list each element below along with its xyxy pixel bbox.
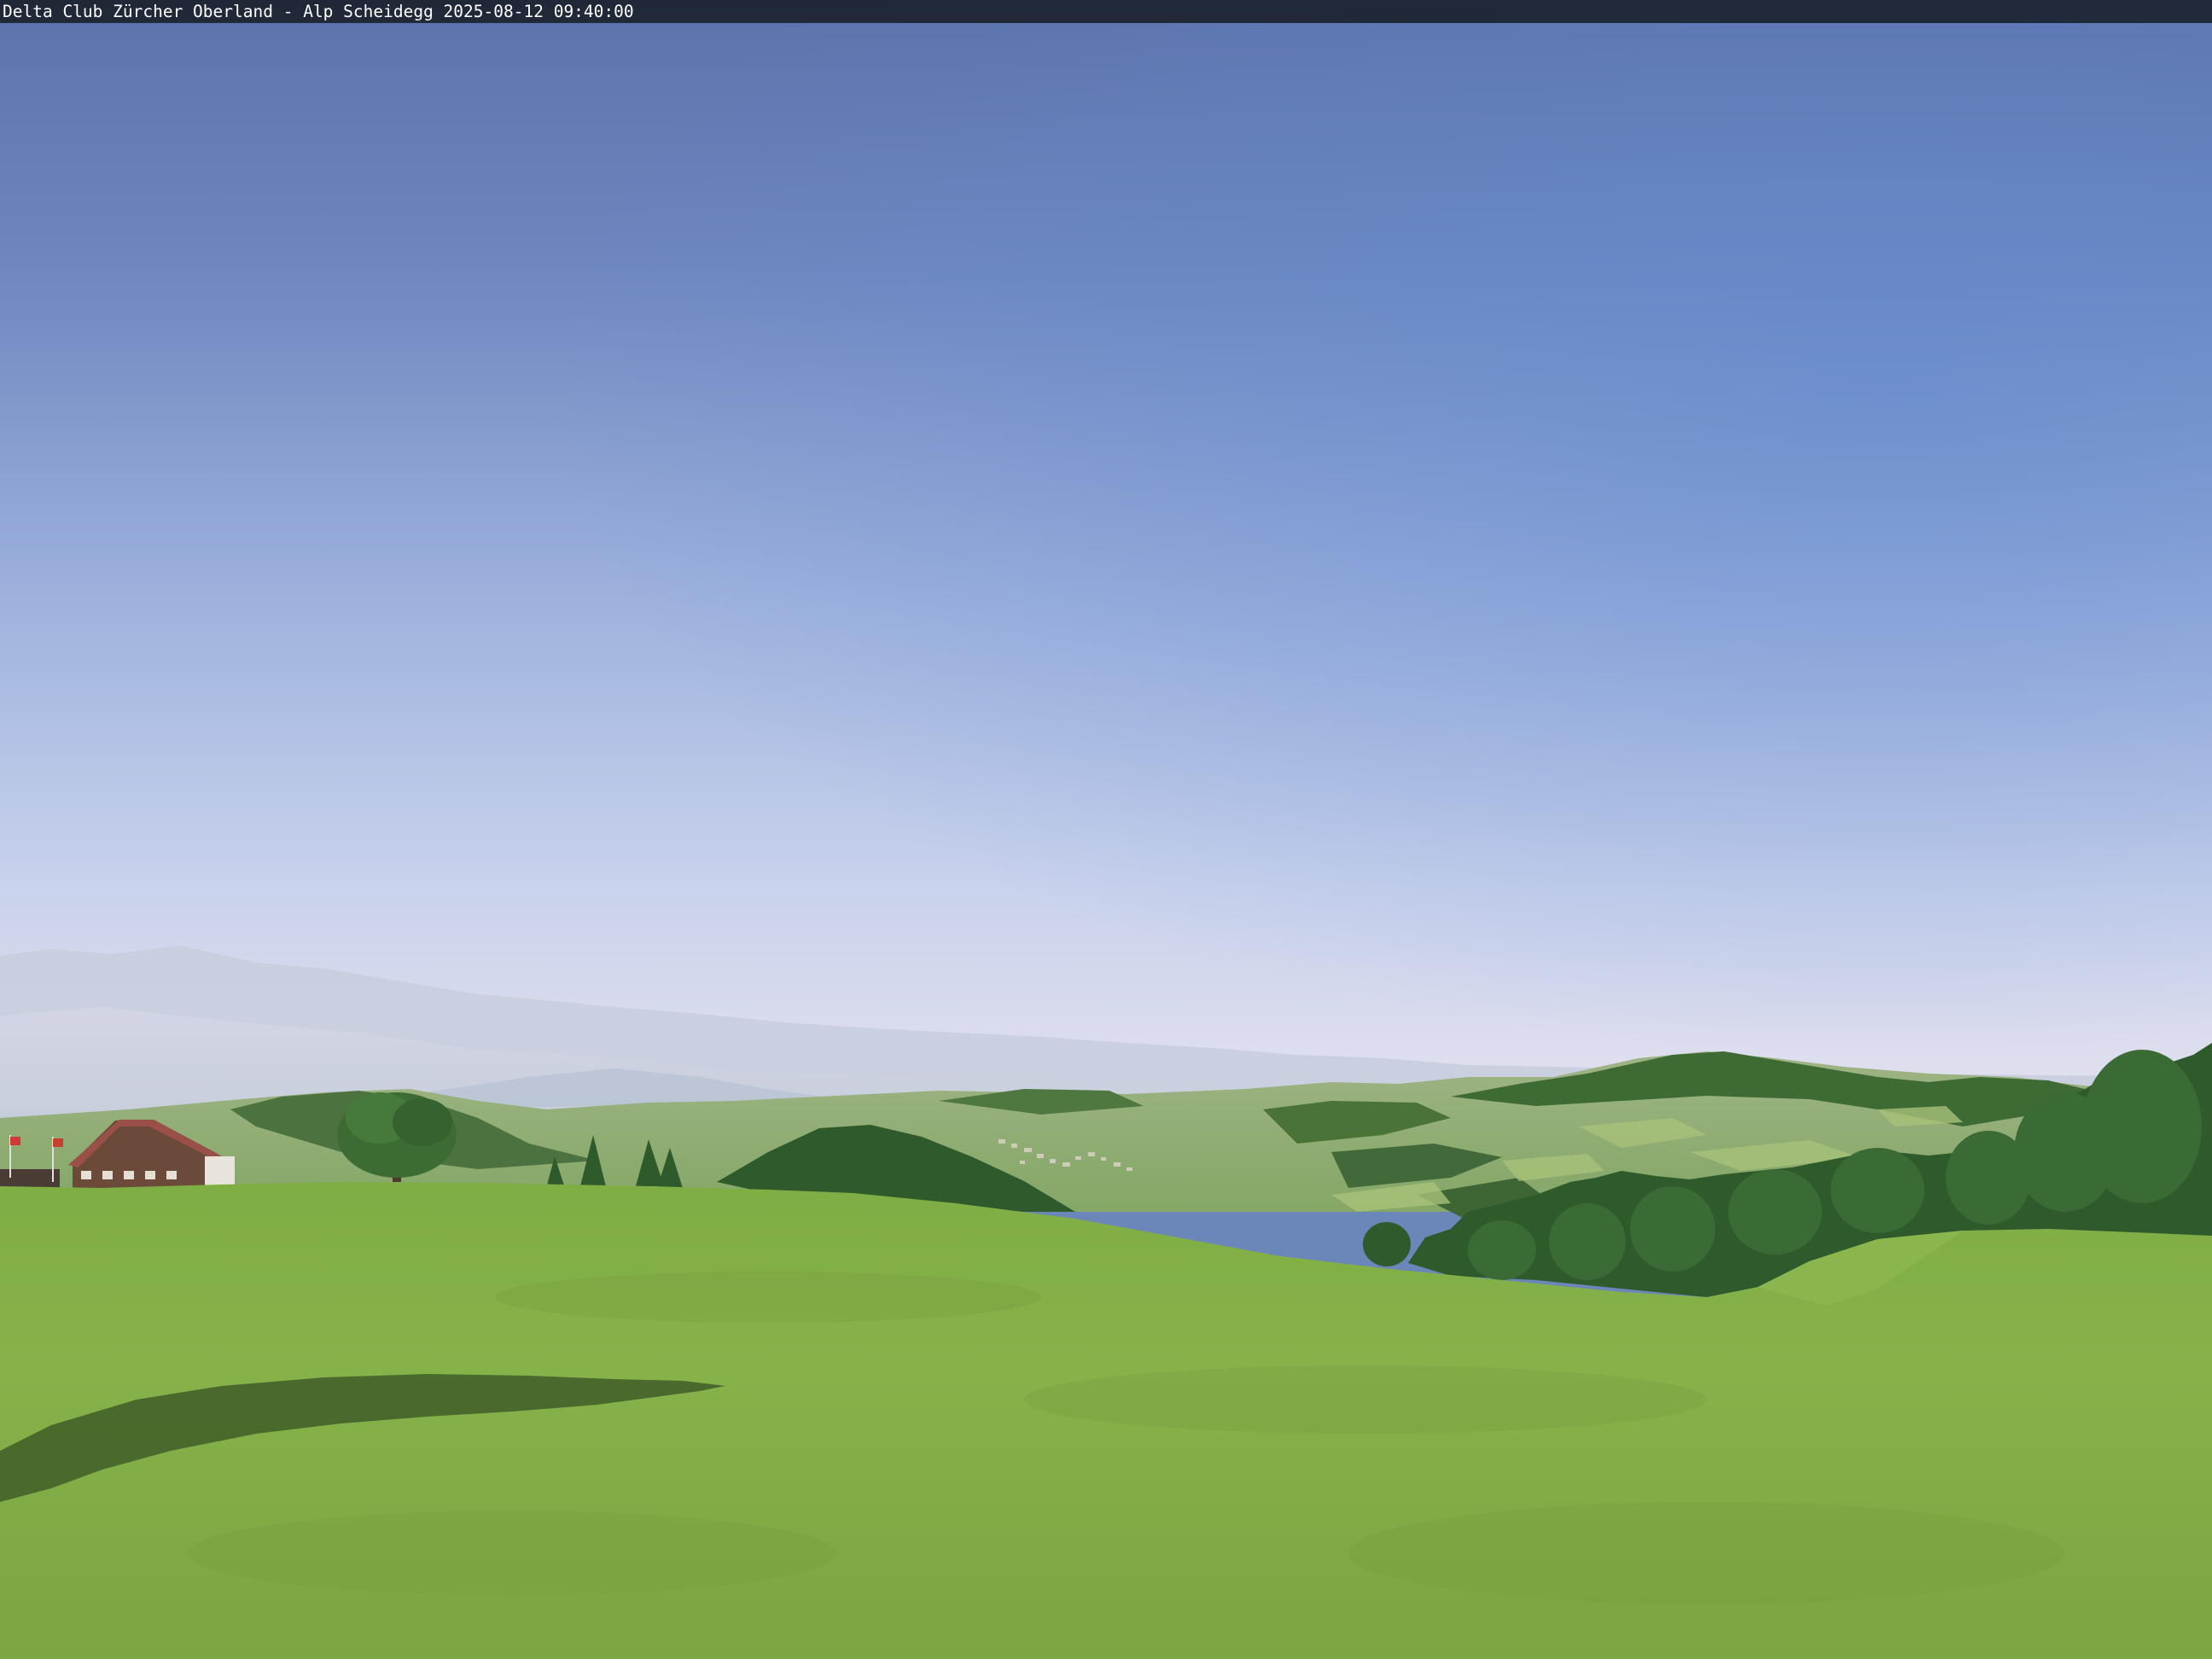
sky-tint [0,0,2212,1109]
landscape-scene [0,0,2212,1659]
webcam-image [0,0,2212,1659]
caption-bar: Delta Club Zürcher Oberland - Alp Scheid… [0,0,2212,23]
tree-small-center [1363,1222,1411,1266]
webcam-caption: Delta Club Zürcher Oberland - Alp Scheid… [3,2,634,21]
